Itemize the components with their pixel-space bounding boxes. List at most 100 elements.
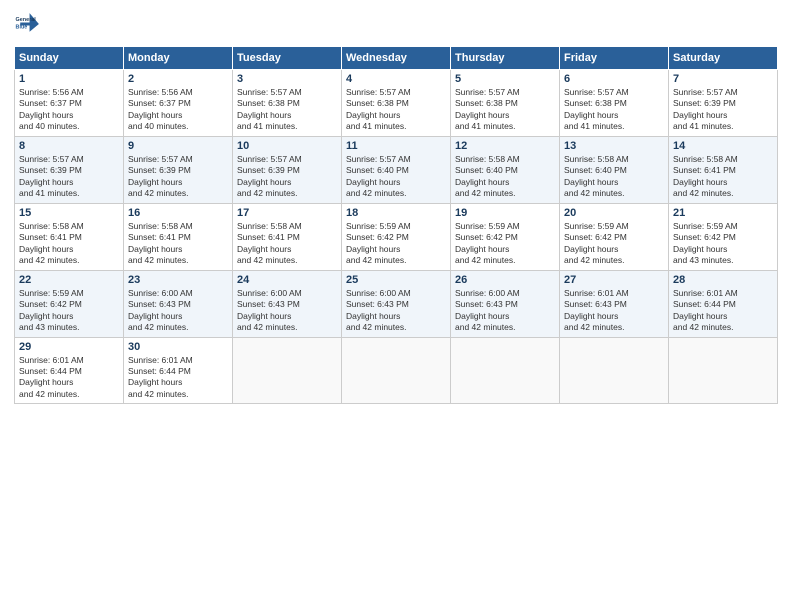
weekday-header: Friday (560, 47, 669, 70)
day-number: 22 (19, 274, 119, 286)
day-info: Sunrise: 5:57 AMSunset: 6:38 PMDaylight … (346, 87, 446, 133)
day-info: Sunrise: 5:57 AMSunset: 6:38 PMDaylight … (237, 87, 337, 133)
day-info: Sunrise: 5:58 AMSunset: 6:41 PMDaylight … (673, 154, 773, 200)
day-number: 8 (19, 140, 119, 152)
weekday-header: Monday (124, 47, 233, 70)
calendar-week-row: 15 Sunrise: 5:58 AMSunset: 6:41 PMDayligh… (15, 203, 778, 270)
calendar-week-row: 1 Sunrise: 5:56 AMSunset: 6:37 PMDaylight… (15, 70, 778, 137)
day-info: Sunrise: 6:01 AMSunset: 6:44 PMDaylight … (128, 355, 228, 401)
day-number: 15 (19, 207, 119, 219)
day-number: 6 (564, 73, 664, 85)
calendar-cell: 15Sunrise: 5:58 AMSunset: 6:41 PMDayligh… (15, 203, 124, 270)
weekday-header: Thursday (451, 47, 560, 70)
calendar-cell: 22Sunrise: 5:59 AMSunset: 6:42 PMDayligh… (15, 270, 124, 337)
day-number: 30 (128, 341, 228, 353)
calendar-cell: 11Sunrise: 5:57 AMSunset: 6:40 PMDayligh… (342, 136, 451, 203)
calendar-cell: 6 Sunrise: 5:57 AMSunset: 6:38 PMDaylight… (560, 70, 669, 137)
day-info: Sunrise: 5:57 AMSunset: 6:39 PMDaylight … (673, 87, 773, 133)
day-number: 11 (346, 140, 446, 152)
calendar-cell (560, 337, 669, 404)
day-number: 3 (237, 73, 337, 85)
calendar-cell: 4Sunrise: 5:57 AMSunset: 6:38 PMDaylight… (342, 70, 451, 137)
day-info: Sunrise: 5:57 AMSunset: 6:38 PMDaylight … (564, 87, 664, 133)
calendar-cell: 30 Sunrise: 6:01 AMSunset: 6:44 PMDayligh… (124, 337, 233, 404)
day-info: Sunrise: 5:59 AMSunset: 6:42 PMDaylight … (564, 221, 664, 267)
day-number: 21 (673, 207, 773, 219)
calendar-cell: 28Sunrise: 6:01 AMSunset: 6:44 PMDayligh… (669, 270, 778, 337)
calendar-week-row: 29 Sunrise: 6:01 AMSunset: 6:44 PMDayligh… (15, 337, 778, 404)
calendar-cell: 24 Sunrise: 6:00 AMSunset: 6:43 PMDayligh… (233, 270, 342, 337)
calendar-cell: 10 Sunrise: 5:57 AMSunset: 6:39 PMDayligh… (233, 136, 342, 203)
day-number: 17 (237, 207, 337, 219)
calendar-week-row: 8 Sunrise: 5:57 AMSunset: 6:39 PMDaylight… (15, 136, 778, 203)
day-info: Sunrise: 6:00 AMSunset: 6:43 PMDaylight … (455, 288, 555, 334)
page: General Blue SundayMondayTuesdayWednesda… (0, 0, 792, 612)
day-number: 12 (455, 140, 555, 152)
calendar-cell: 26 Sunrise: 6:00 AMSunset: 6:43 PMDayligh… (451, 270, 560, 337)
calendar-header-row: SundayMondayTuesdayWednesdayThursdayFrid… (15, 47, 778, 70)
day-number: 10 (237, 140, 337, 152)
day-info: Sunrise: 6:00 AMSunset: 6:43 PMDaylight … (237, 288, 337, 334)
day-number: 13 (564, 140, 664, 152)
calendar-cell (233, 337, 342, 404)
day-number: 23 (128, 274, 228, 286)
calendar-cell: 18 Sunrise: 5:59 AMSunset: 6:42 PMDayligh… (342, 203, 451, 270)
calendar-cell: 1 Sunrise: 5:56 AMSunset: 6:37 PMDaylight… (15, 70, 124, 137)
calendar-cell: 19 Sunrise: 5:59 AMSunset: 6:42 PMDayligh… (451, 203, 560, 270)
day-number: 26 (455, 274, 555, 286)
svg-text:Blue: Blue (16, 25, 28, 31)
day-info: Sunrise: 5:57 AMSunset: 6:39 PMDaylight … (237, 154, 337, 200)
calendar-cell: 3 Sunrise: 5:57 AMSunset: 6:38 PMDaylight… (233, 70, 342, 137)
day-number: 2 (128, 73, 228, 85)
calendar-cell: 25 Sunrise: 6:00 AMSunset: 6:43 PMDayligh… (342, 270, 451, 337)
day-info: Sunrise: 5:57 AMSunset: 6:38 PMDaylight … (455, 87, 555, 133)
day-info: Sunrise: 5:58 AMSunset: 6:40 PMDaylight … (455, 154, 555, 200)
weekday-header: Wednesday (342, 47, 451, 70)
calendar-cell: 29 Sunrise: 6:01 AMSunset: 6:44 PMDayligh… (15, 337, 124, 404)
svg-text:General: General (16, 17, 37, 23)
day-number: 1 (19, 73, 119, 85)
calendar-table: SundayMondayTuesdayWednesdayThursdayFrid… (14, 46, 778, 404)
day-number: 25 (346, 274, 446, 286)
day-number: 29 (19, 341, 119, 353)
calendar-cell: 5 Sunrise: 5:57 AMSunset: 6:38 PMDaylight… (451, 70, 560, 137)
calendar-week-row: 22Sunrise: 5:59 AMSunset: 6:42 PMDayligh… (15, 270, 778, 337)
calendar-cell: 17 Sunrise: 5:58 AMSunset: 6:41 PMDayligh… (233, 203, 342, 270)
calendar-cell: 8 Sunrise: 5:57 AMSunset: 6:39 PMDaylight… (15, 136, 124, 203)
day-number: 19 (455, 207, 555, 219)
day-number: 16 (128, 207, 228, 219)
day-info: Sunrise: 5:56 AMSunset: 6:37 PMDaylight … (19, 87, 119, 133)
day-info: Sunrise: 6:01 AMSunset: 6:44 PMDaylight … (673, 288, 773, 334)
day-info: Sunrise: 5:59 AMSunset: 6:42 PMDaylight … (673, 221, 773, 267)
calendar-cell: 9 Sunrise: 5:57 AMSunset: 6:39 PMDaylight… (124, 136, 233, 203)
calendar-cell: 27 Sunrise: 6:01 AMSunset: 6:43 PMDayligh… (560, 270, 669, 337)
day-number: 18 (346, 207, 446, 219)
day-info: Sunrise: 5:59 AMSunset: 6:42 PMDaylight … (455, 221, 555, 267)
calendar-cell: 2 Sunrise: 5:56 AMSunset: 6:37 PMDaylight… (124, 70, 233, 137)
day-info: Sunrise: 6:00 AMSunset: 6:43 PMDaylight … (346, 288, 446, 334)
day-number: 5 (455, 73, 555, 85)
weekday-header: Tuesday (233, 47, 342, 70)
day-number: 27 (564, 274, 664, 286)
calendar-cell: 16 Sunrise: 5:58 AMSunset: 6:41 PMDayligh… (124, 203, 233, 270)
day-info: Sunrise: 6:00 AMSunset: 6:43 PMDaylight … (128, 288, 228, 334)
day-number: 7 (673, 73, 773, 85)
calendar-cell: 7 Sunrise: 5:57 AMSunset: 6:39 PMDaylight… (669, 70, 778, 137)
logo: General Blue (14, 10, 42, 38)
day-number: 24 (237, 274, 337, 286)
day-info: Sunrise: 5:59 AMSunset: 6:42 PMDaylight … (346, 221, 446, 267)
calendar-cell: 23 Sunrise: 6:00 AMSunset: 6:43 PMDayligh… (124, 270, 233, 337)
day-info: Sunrise: 5:56 AMSunset: 6:37 PMDaylight … (128, 87, 228, 133)
day-info: Sunrise: 5:57 AMSunset: 6:39 PMDaylight … (19, 154, 119, 200)
header: General Blue (14, 10, 778, 38)
day-info: Sunrise: 5:58 AMSunset: 6:41 PMDaylight … (128, 221, 228, 267)
logo-icon: General Blue (14, 10, 42, 38)
calendar-cell: 20Sunrise: 5:59 AMSunset: 6:42 PMDayligh… (560, 203, 669, 270)
day-info: Sunrise: 5:58 AMSunset: 6:41 PMDaylight … (237, 221, 337, 267)
calendar-cell (669, 337, 778, 404)
calendar-cell (451, 337, 560, 404)
day-info: Sunrise: 6:01 AMSunset: 6:43 PMDaylight … (564, 288, 664, 334)
day-info: Sunrise: 6:01 AMSunset: 6:44 PMDaylight … (19, 355, 119, 401)
day-number: 9 (128, 140, 228, 152)
day-info: Sunrise: 5:57 AMSunset: 6:39 PMDaylight … (128, 154, 228, 200)
